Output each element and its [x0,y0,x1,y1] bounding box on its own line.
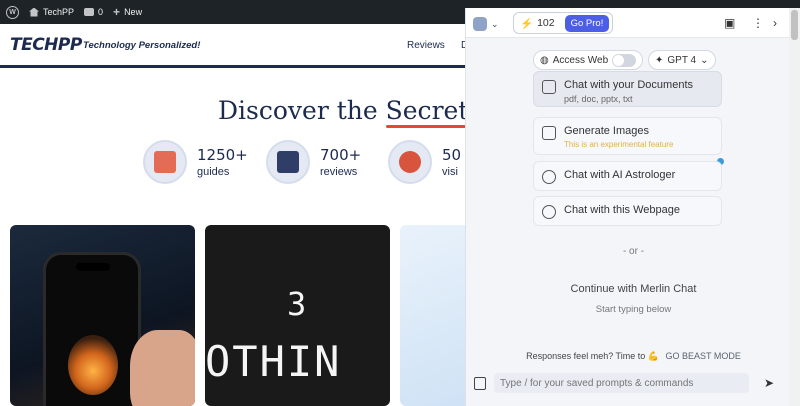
option-chat-documents[interactable]: Chat with your Documents pdf, doc, pptx, … [533,71,722,107]
composer: ➤ [474,372,794,394]
continue-title: Continue with Merlin Chat [570,283,697,295]
sparkle-icon: ✦ [655,54,664,66]
muscle-icon: 💪 [647,351,659,361]
stat-label: reviews [320,166,358,178]
credits-count: 102 [537,17,555,29]
stat-visitors: 50 visi [388,140,461,184]
collapse-panel-icon[interactable]: › [773,16,777,30]
model-label: GPT 4 [667,54,697,66]
phone-image [43,252,141,406]
document-icon [542,80,556,94]
site-name-item[interactable]: TechPP [29,7,74,17]
home-icon [29,7,39,17]
comments-count: 0 [98,7,104,17]
guides-icon [143,140,187,184]
or-divider: - or - [622,246,645,257]
go-pro-button[interactable]: Go Pro! [564,14,610,32]
stat-label: guides [197,166,230,178]
continue-subtitle: Start typing below [595,304,672,315]
merlin-panel: ⌄ ⚡ 102 Go Pro! ▣ ⋮ › ◍ Access Web ✦ GPT… [465,8,800,406]
article-card-app[interactable] [400,225,470,406]
wp-logo-item[interactable]: W [6,5,19,19]
stat-guides: 1250+ guides [143,140,248,184]
wordpress-icon: W [6,5,19,19]
more-options-icon[interactable]: ⋮ [752,16,764,30]
stat-reviews: 700+ reviews [266,140,361,184]
stat-number: 1250+ [197,146,248,164]
lightning-icon: ⚡ [520,17,534,30]
dot-text: OTHIN [205,337,342,386]
option-subtitle: pdf, doc, pptx, txt [564,94,633,104]
option-title: Generate Images [564,125,649,137]
globe-icon [542,205,556,219]
comment-icon [84,8,95,16]
option-chat-webpage[interactable]: Chat with this Webpage [533,196,722,226]
site-tagline: Technology Personalized! [83,40,201,51]
access-web-label: Access Web [552,54,609,66]
option-generate-images[interactable]: Generate Images This is an experimental f… [533,117,722,155]
article-card-phone[interactable] [10,225,195,406]
new-label: New [124,7,143,17]
merlin-topbar: ⌄ ⚡ 102 Go Pro! ▣ ⋮ › [466,8,800,38]
astrologer-icon [542,170,556,184]
chevron-down-icon: ⌄ [491,18,499,29]
dot-digit: 3 [287,285,307,323]
option-ai-astrologer[interactable]: Chat with AI Astrologer [533,161,722,191]
hero-title: Discover the Secrets [218,96,481,125]
profile-button[interactable]: ⌄ [473,14,507,34]
meh-text: Responses feel meh? Time to [526,351,646,361]
toggle-switch[interactable] [612,53,637,67]
chevron-down-icon: ⌄ [700,54,709,66]
site-logo[interactable]: TECHPP [10,35,82,55]
model-selector[interactable]: ✦ GPT 4 ⌄ [648,50,716,70]
option-title: Chat with your Documents [564,79,693,91]
nav-reviews-link[interactable]: Reviews [407,40,445,51]
image-icon [542,126,556,140]
site-name-label: TechPP [43,7,75,17]
reviews-icon [266,140,310,184]
credits-badge[interactable]: ⚡ 102 Go Pro! [513,12,613,34]
sidebar-layout-icon[interactable]: ▣ [724,16,735,30]
stat-number: 50 [442,146,462,164]
option-subtitle: This is an experimental feature [564,140,674,149]
beast-mode-prompt: Responses feel meh? Time to 💪 GO BEAST M… [466,351,800,362]
access-web-toggle[interactable]: ◍ Access Web [533,50,644,70]
stat-number: 700+ [320,146,362,164]
plus-icon: + [113,5,121,19]
scrollbar[interactable] [789,8,800,406]
option-title: Chat with this Webpage [564,204,680,216]
beast-mode-link[interactable]: GO BEAST MODE [665,351,740,361]
avatar [473,17,487,31]
hand-image [130,330,195,406]
send-icon[interactable]: ➤ [764,376,774,390]
scrollbar-thumb[interactable] [791,10,798,40]
prompt-input[interactable] [494,373,749,393]
stat-label: visi [442,166,458,178]
comments-item[interactable]: 0 [84,7,103,17]
hero-title-text: Discover the [218,96,386,125]
article-card-nothing[interactable]: 3 OTHIN [205,225,390,406]
new-item[interactable]: + New [113,6,142,18]
globe-icon: ◍ [540,54,549,66]
saved-prompts-icon[interactable] [474,376,486,390]
visitors-icon [388,140,432,184]
option-title: Chat with AI Astrologer [564,169,676,181]
